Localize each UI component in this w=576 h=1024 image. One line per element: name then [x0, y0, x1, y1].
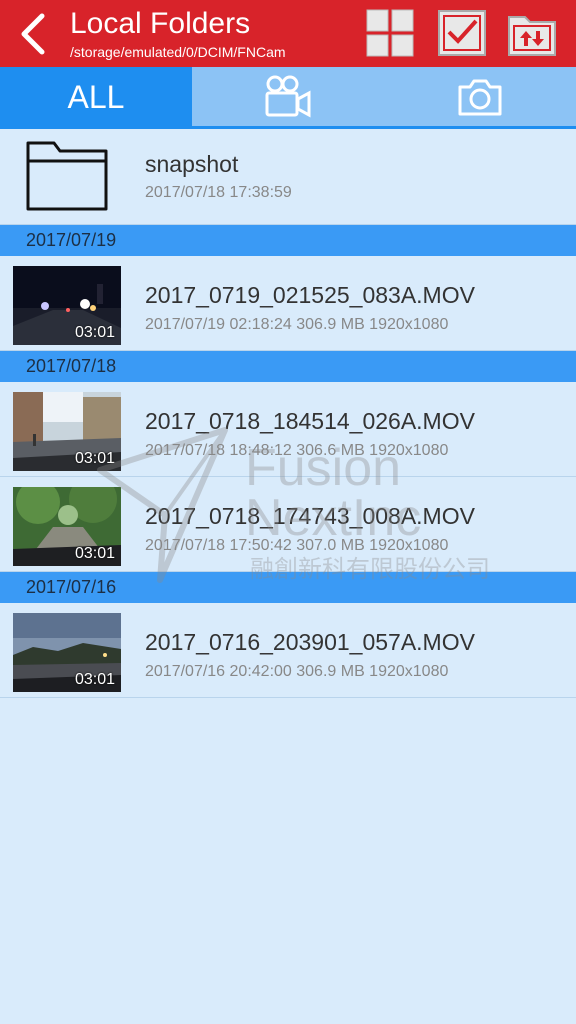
video-duration: 03:01: [74, 545, 115, 562]
folder-date: 2017/07/18 17:38:59: [145, 184, 292, 201]
folder-icon: [26, 141, 108, 211]
video-filename: 2017_0718_174743_008A.MOV: [145, 503, 475, 529]
video-meta: 2017/07/18 18:48:12 306.6 MB 1920x1080: [145, 442, 449, 459]
video-meta: 2017/07/19 02:18:24 306.9 MB 1920x1080: [145, 316, 449, 333]
video-item[interactable]: 03:01 2017_0718_174743_008A.MOV 2017/07/…: [0, 477, 576, 572]
video-duration: 03:01: [74, 671, 115, 688]
folder-item-snapshot[interactable]: snapshot 2017/07/18 17:38:59: [0, 129, 576, 225]
video-filename: 2017_0718_184514_026A.MOV: [145, 408, 475, 434]
date-header: 2017/07/19: [0, 225, 576, 256]
tab-photos[interactable]: [384, 67, 576, 127]
video-thumbnail: 03:01: [13, 613, 121, 692]
app-header: Local Folders /storage/emulated/0/DCIM/F…: [0, 0, 576, 67]
folder-path: /storage/emulated/0/DCIM/FNCam: [70, 44, 286, 60]
video-duration: 03:01: [74, 450, 115, 467]
video-duration: 03:01: [74, 324, 115, 341]
video-filename: 2017_0719_021525_083A.MOV: [145, 282, 475, 308]
grid-view-icon[interactable]: [364, 7, 416, 59]
select-checkbox-icon[interactable]: [436, 7, 488, 59]
video-thumbnail: 03:01: [13, 266, 121, 345]
video-meta: 2017/07/18 17:50:42 307.0 MB 1920x1080: [145, 537, 449, 554]
tab-all-label: ALL: [67, 78, 125, 115]
tab-all[interactable]: ALL: [0, 67, 192, 127]
tab-videos[interactable]: [192, 67, 384, 127]
folder-transfer-icon[interactable]: [506, 7, 558, 59]
back-arrow-icon[interactable]: [12, 10, 56, 58]
video-item[interactable]: 03:01 2017_0716_203901_057A.MOV 2017/07/…: [0, 603, 576, 698]
video-camera-icon: [265, 75, 311, 118]
filter-tabs: ALL: [0, 67, 576, 127]
video-meta: 2017/07/16 20:42:00 306.9 MB 1920x1080: [145, 663, 449, 680]
date-header: 2017/07/18: [0, 351, 576, 382]
video-item[interactable]: 03:01 2017_0719_021525_083A.MOV 2017/07/…: [0, 256, 576, 351]
video-thumbnail: 03:01: [13, 392, 121, 471]
file-list: snapshot 2017/07/18 17:38:59 2017/07/19 …: [0, 129, 576, 698]
video-filename: 2017_0716_203901_057A.MOV: [145, 629, 475, 655]
video-item[interactable]: 03:01 2017_0718_184514_026A.MOV 2017/07/…: [0, 382, 576, 477]
video-thumbnail: 03:01: [13, 487, 121, 566]
page-title: Local Folders: [70, 7, 251, 40]
camera-icon: [458, 79, 502, 116]
date-header: 2017/07/16: [0, 572, 576, 603]
folder-name: snapshot: [145, 151, 239, 177]
